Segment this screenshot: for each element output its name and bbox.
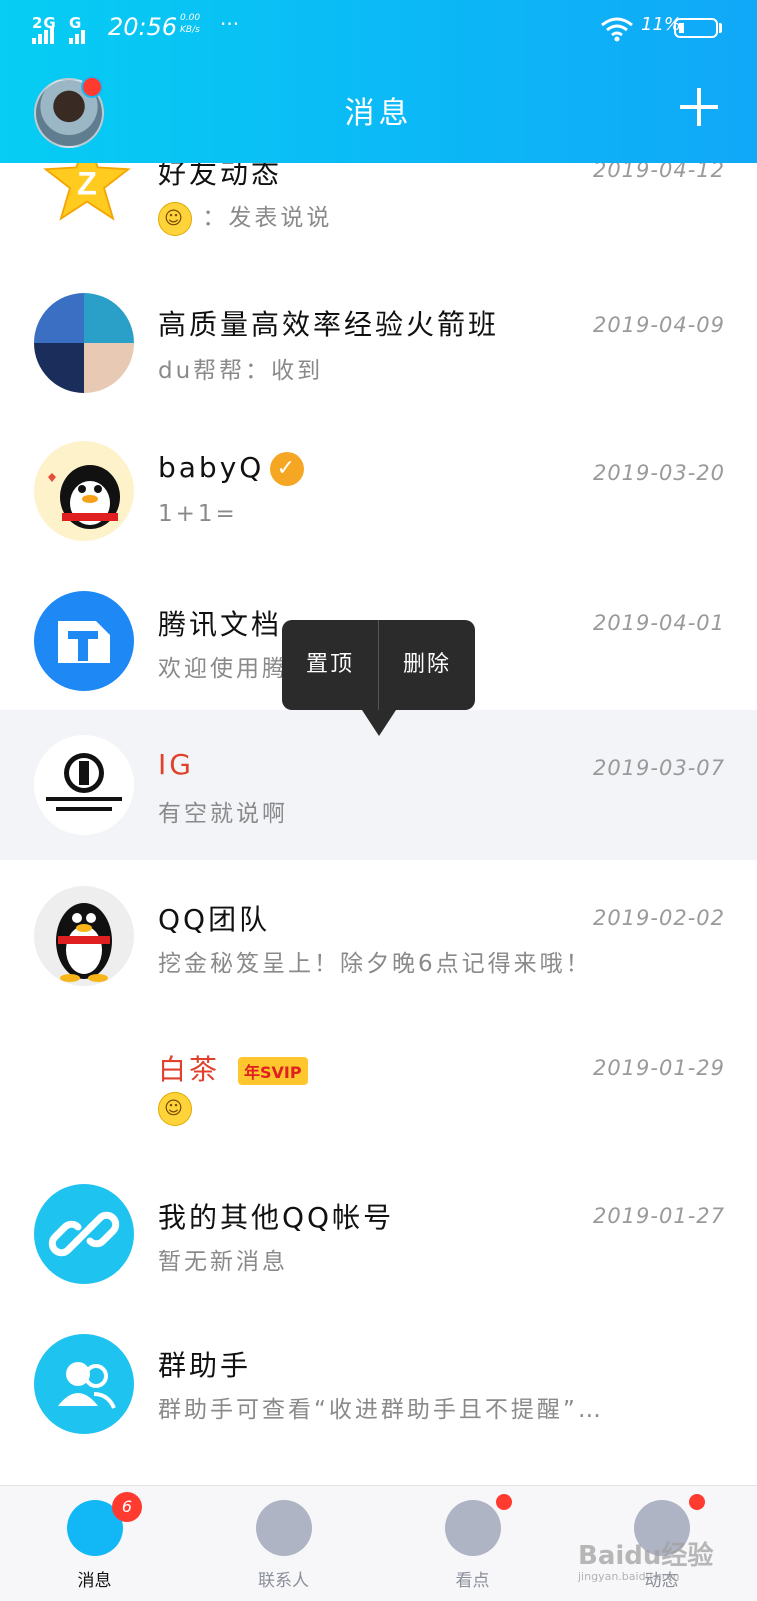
- conversation-name: 白茶: [158, 1053, 221, 1086]
- conversation-message: 群助手可查看“收进群助手且不提醒”…: [158, 1397, 604, 1423]
- group-assistant-icon: [34, 1334, 134, 1434]
- tab-kandian[interactable]: 看点: [378, 1486, 567, 1601]
- status-time: 20:56: [108, 13, 178, 41]
- conversation-name: IG: [158, 748, 194, 781]
- tab-label: 看点: [455, 1571, 490, 1591]
- status-bar: 2G G 20:56 0.00 KB/s ··· 11%: [0, 0, 757, 60]
- group-member-avatar: [34, 343, 84, 393]
- verified-badge-icon: ✓: [270, 452, 305, 486]
- page-title: 消息: [344, 96, 413, 131]
- conversation-row[interactable]: QQ团队 挖金秘笈呈上！除夕晚6点记得来哦！ 2019-02-02: [0, 860, 757, 1010]
- conversation-message: du帮帮：收到: [158, 358, 324, 384]
- tab-red-dot: [496, 1494, 512, 1510]
- tab-red-dot: [689, 1494, 705, 1510]
- contact-avatar: [34, 1036, 134, 1136]
- conversation-name: 我的其他QQ帐号: [158, 1201, 395, 1234]
- context-menu: 置顶 删除: [282, 620, 475, 710]
- top-header: 2G G 20:56 0.00 KB/s ··· 11% 消息: [0, 0, 757, 163]
- contacts-tab-icon: [256, 1500, 312, 1556]
- svip-badge: 年SVIP: [238, 1057, 308, 1085]
- group-avatar: [34, 293, 134, 393]
- tab-label: 消息: [77, 1571, 112, 1591]
- conversation-row[interactable]: 我的其他QQ帐号 暂无新消息 2019-01-27: [0, 1160, 757, 1310]
- conversation-row[interactable]: Z 好友动态 ☺ ：发表说说 2019-04-12: [0, 163, 757, 260]
- conversation-row[interactable]: 群助手 群助手可查看“收进群助手且不提醒”…: [0, 1310, 757, 1460]
- wifi-icon: [601, 17, 633, 42]
- conversation-name: 腾讯文档: [158, 608, 283, 641]
- conversation-date: 2019-02-02: [592, 906, 725, 930]
- group-member-avatar: [84, 343, 134, 393]
- conversation-row[interactable]: babyQ ✓ 1+1= 2019-03-20: [0, 411, 757, 561]
- conversation-date: 2019-04-12: [592, 163, 725, 182]
- pin-to-top-button[interactable]: 置顶: [282, 620, 378, 710]
- conversation-list[interactable]: Z 好友动态 ☺ ：发表说说 2019-04-12 高质量高效率经验火箭班 du…: [0, 163, 757, 1485]
- conversation-name: 高质量高效率经验火箭班: [158, 308, 500, 341]
- watermark-logo: Baidu经验: [578, 1541, 714, 1571]
- add-plus-icon[interactable]: [680, 88, 718, 126]
- conversation-date: 2019-03-20: [592, 461, 725, 485]
- group-member-avatar: [84, 293, 134, 343]
- watermark-url: jingyan.baidu.com: [578, 1570, 680, 1583]
- conversation-date: 2019-01-27: [592, 1204, 725, 1228]
- conversation-name: QQ团队: [158, 903, 271, 936]
- conversation-name: 好友动态: [158, 163, 283, 190]
- group-member-avatar: [34, 293, 84, 343]
- qq-penguin-avatar: [34, 886, 134, 986]
- delete-button[interactable]: 删除: [379, 620, 475, 710]
- conversation-name: babyQ ✓: [158, 451, 305, 486]
- svg-text:Z: Z: [77, 165, 97, 201]
- signal-bars-icon-2: [69, 24, 85, 44]
- conversation-date: 2019-04-01: [592, 611, 725, 635]
- conversation-name: 群助手: [158, 1349, 252, 1382]
- link-icon: [34, 1184, 134, 1284]
- conversation-message: ☺: [158, 1092, 192, 1126]
- conversation-date: 2019-04-09: [592, 313, 725, 337]
- conversation-date: 2019-03-07: [592, 756, 725, 780]
- tencent-docs-icon: [34, 591, 134, 691]
- babyq-penguin-avatar: [34, 441, 134, 541]
- conversation-message: 1+1=: [158, 501, 238, 527]
- network-speed: 0.00 KB/s: [180, 13, 201, 35]
- conversation-row[interactable]: 高质量高效率经验火箭班 du帮帮：收到 2019-04-09: [0, 261, 757, 411]
- battery-tip: [719, 23, 722, 33]
- conversation-message: 暂无新消息: [158, 1249, 288, 1275]
- tab-messages[interactable]: 6 消息: [0, 1486, 189, 1601]
- kandian-eye-icon: [445, 1500, 501, 1556]
- ig-logo-avatar: [34, 735, 134, 835]
- conversation-message: ☺ ：发表说说: [158, 198, 332, 236]
- tab-contacts[interactable]: 联系人: [189, 1486, 378, 1601]
- conversation-message: 挖金秘笈呈上！除夕晚6点记得来哦！: [158, 951, 592, 977]
- smile-emoji-icon: ☺: [158, 1092, 192, 1126]
- more-notifications-icon: ···: [220, 12, 240, 36]
- context-menu-arrow: [362, 710, 396, 736]
- battery-icon: [674, 18, 718, 38]
- conversation-message: 有空就说啊: [158, 801, 288, 827]
- tab-label: 联系人: [258, 1571, 309, 1591]
- unread-count-badge: 6: [112, 1492, 142, 1522]
- signal-bars-icon: [32, 24, 54, 44]
- qzone-star-icon: Z: [43, 163, 131, 221]
- conversation-date: 2019-01-29: [592, 1056, 725, 1080]
- conversation-row[interactable]: 白茶 年SVIP ☺ 2019-01-29: [0, 1010, 757, 1160]
- grin-emoji-icon: ☺: [158, 201, 192, 236]
